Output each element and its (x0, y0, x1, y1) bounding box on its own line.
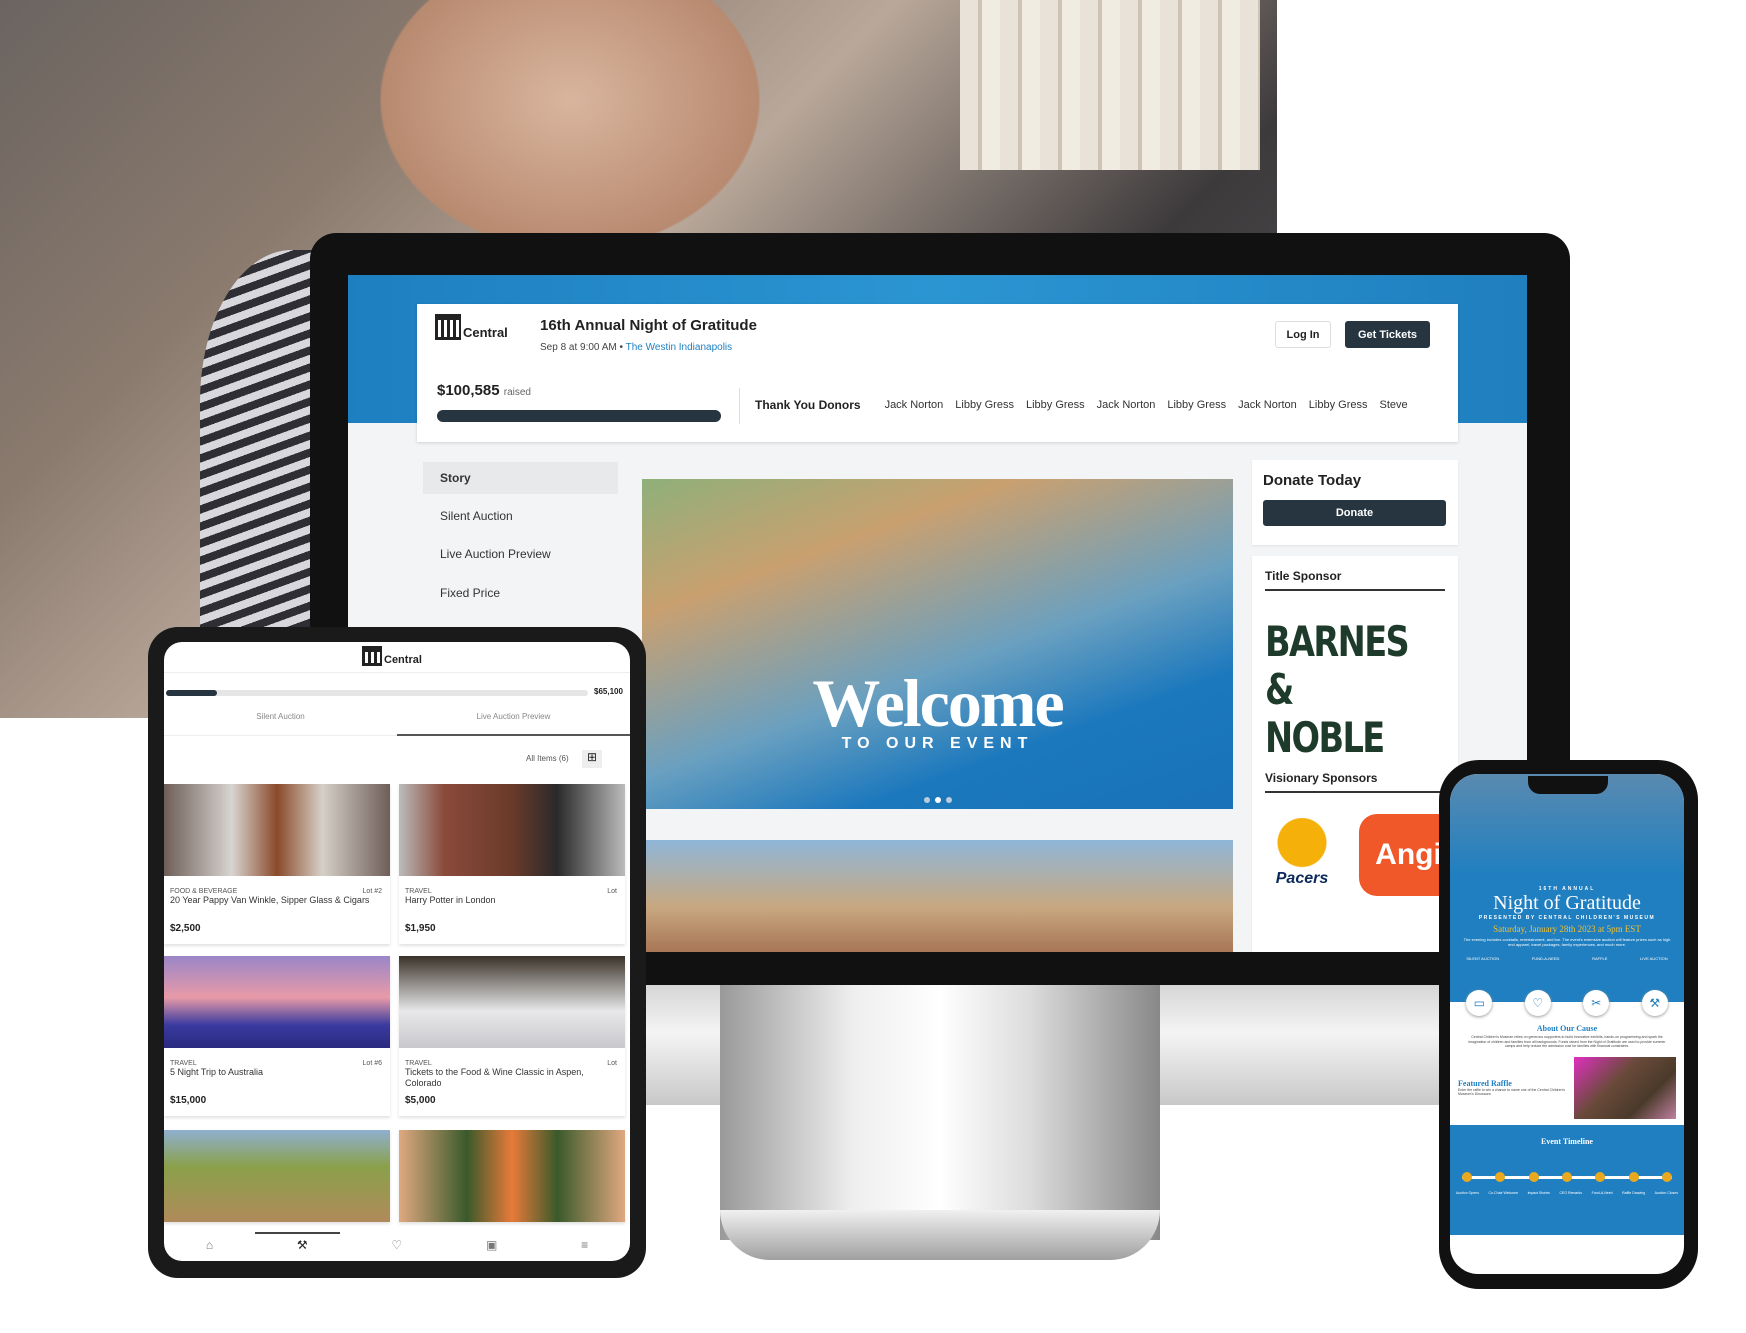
title-sponsor-label: Title Sponsor (1265, 569, 1445, 591)
hero-carousel[interactable]: Welcome TO OUR EVENT (642, 479, 1233, 809)
phone-notch (1528, 776, 1608, 794)
auction-item-image[interactable] (399, 1130, 625, 1222)
donate-title: Donate Today (1263, 472, 1362, 489)
auction-item[interactable]: Lot TRAVEL Harry Potter in London $1,950 (399, 784, 625, 944)
donate-hand-icon[interactable]: ♡ (391, 1238, 402, 1252)
tablet-total: $65,100 (594, 687, 623, 696)
donor-name: Steve (1379, 399, 1408, 411)
tab-live-auction-preview[interactable]: Live Auction Preview (397, 712, 630, 736)
phone-screen: 16TH ANNUAL Night of Gratitude PRESENTED… (1450, 774, 1684, 1274)
auction-item[interactable]: Lot #6 TRAVEL 5 Night Trip to Australia $15… (164, 956, 390, 1116)
auction-item[interactable]: Lot TRAVEL Tickets to the Food & Wine Clas… (399, 956, 625, 1116)
donor-name: Jack Norton (884, 399, 944, 411)
event-date: Sep 8 at 9:00 AM (540, 342, 617, 353)
grid-view-icon[interactable]: ⊞ (582, 750, 602, 768)
carousel-dot[interactable] (923, 797, 930, 803)
phone-hero: 16TH ANNUAL Night of Gratitude PRESENTED… (1450, 774, 1684, 1002)
bookshelf (960, 0, 1260, 170)
all-items-count: All Items (6) (526, 754, 569, 763)
donor-name: Jack Norton (1096, 399, 1156, 411)
gavel-icon: ⚒ (1641, 990, 1668, 1016)
gift-icon[interactable]: ▣ (486, 1238, 497, 1252)
heart-hand-icon: ♡ (1524, 990, 1551, 1016)
active-nav-indicator (255, 1232, 340, 1234)
item-image (399, 784, 625, 876)
logo[interactable]: Central (435, 314, 508, 340)
divider (739, 388, 740, 424)
laptop-icon: ▭ (1466, 990, 1493, 1016)
carousel-dot[interactable] (945, 797, 952, 803)
donor-name: Libby Gress (1308, 399, 1368, 411)
hero-title: Welcome (812, 665, 1064, 741)
get-tickets-button[interactable]: Get Tickets (1345, 321, 1430, 348)
carousel-dots[interactable] (642, 797, 1233, 803)
tablet-progress-bar (166, 690, 588, 696)
donor-name: Libby Gress (955, 399, 1014, 411)
tablet-logo: Central (362, 646, 422, 666)
donor-name: Libby Gress (1167, 399, 1227, 411)
event-title: 16th Annual Night of Gratitude (540, 317, 757, 334)
venue-link[interactable]: The Westin Indianapolis (626, 342, 733, 353)
item-image (164, 784, 390, 876)
donate-button[interactable]: Donate (1263, 500, 1446, 526)
auction-item[interactable]: Lot #2 FOOD & BEVERAGE 20 Year Pappy Van W… (164, 784, 390, 944)
pacers-logo: Pacers (1267, 818, 1337, 888)
museum-icon (435, 314, 461, 340)
event-header: Central 16th Annual Night of Gratitude S… (417, 304, 1458, 442)
hero-subtitle: TO OUR EVENT (841, 735, 1034, 752)
raffle-image (1574, 1056, 1676, 1119)
item-image (399, 956, 625, 1048)
donor-name: Jack Norton (1238, 399, 1297, 411)
raised-progress-bar (437, 410, 721, 422)
ticket-icon: ✂ (1583, 990, 1610, 1016)
donor-ticker: Thank You Donors Jack Norton Libby Gress L… (755, 398, 1408, 412)
tablet-bottom-nav: ⌂ ⚒ ♡ ▣ ≡ (164, 1238, 630, 1252)
raised-amount: $100,585 raised (437, 382, 531, 399)
sponsors-card: Title Sponsor BARNES & NOBLE Visionary S… (1252, 556, 1458, 952)
phone-title: Night of Gratitude (1493, 892, 1641, 914)
tablet-screen: Central $65,100 Silent Auction Live Auct… (164, 642, 630, 1261)
feature-list: SILENT AUCTION FUND-A-NEED RAFFLE LIVE AUCT… (1466, 956, 1668, 961)
barnes-noble-logo: BARNES & NOBLE (1265, 617, 1410, 762)
gavel-icon[interactable]: ⚒ (297, 1238, 308, 1252)
home-icon[interactable]: ⌂ (206, 1238, 213, 1252)
auction-item-image[interactable] (164, 1130, 390, 1222)
donate-card: Donate Today Donate (1252, 460, 1458, 545)
event-timeline: Event Timeline Auction Opens Co-Chair Wel… (1450, 1124, 1684, 1235)
donor-name: Libby Gress (1025, 399, 1085, 411)
nav-live-auction-preview[interactable]: Live Auction Preview (423, 538, 618, 570)
museum-icon (362, 646, 382, 666)
person (380, 0, 760, 250)
monitor-base (720, 1210, 1160, 1260)
nav-story[interactable]: Story (423, 462, 618, 494)
nav-fixed-price[interactable]: Fixed Price (423, 577, 618, 609)
visionary-sponsors-label: Visionary Sponsors (1265, 771, 1445, 793)
story-image (642, 840, 1233, 952)
login-button[interactable]: Log In (1275, 321, 1331, 348)
nav-silent-auction[interactable]: Silent Auction (423, 500, 618, 532)
menu-icon[interactable]: ≡ (581, 1238, 588, 1252)
monitor-stand (720, 985, 1160, 1240)
tab-silent-auction[interactable]: Silent Auction (164, 712, 397, 736)
timeline-line (1462, 1171, 1672, 1182)
item-image (164, 956, 390, 1048)
carousel-dot[interactable] (934, 797, 941, 803)
